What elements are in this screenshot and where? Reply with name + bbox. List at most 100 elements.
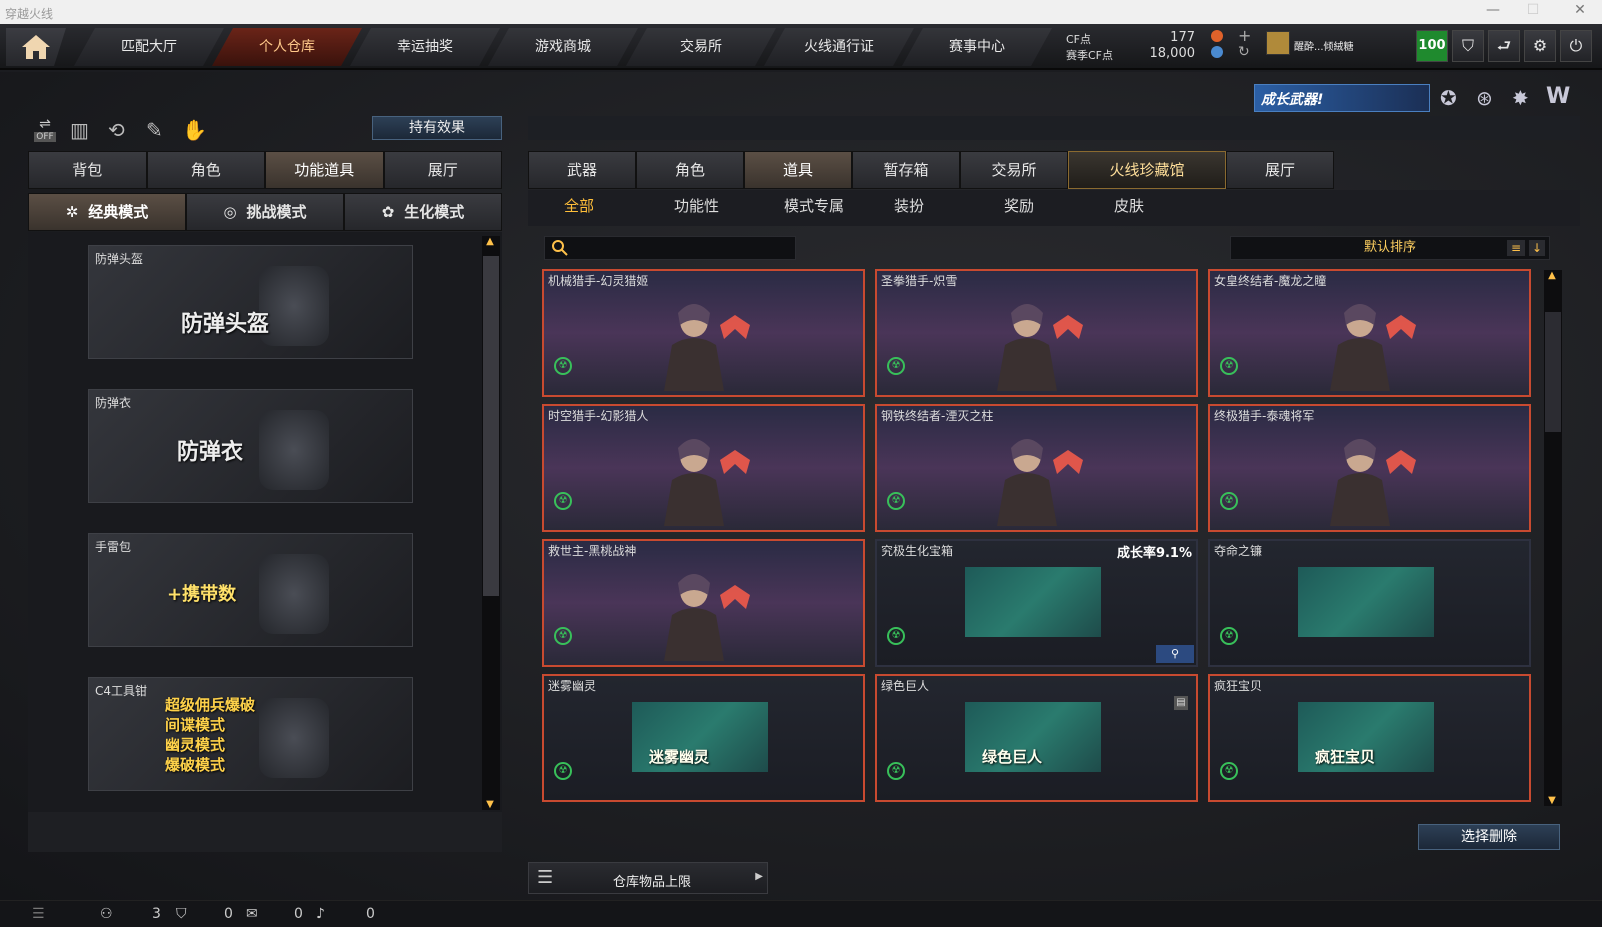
off-toggle[interactable]: ⇌ OFF (30, 116, 60, 144)
item-card[interactable]: 圣拳猎手-炽雪 ☢ (875, 269, 1198, 397)
mode-icon-0: ✲ (65, 203, 79, 221)
left-item-3[interactable]: C4工具钳 超级佣兵爆破 间谍模式 幽灵模式 爆破模式 (88, 677, 413, 791)
sub-tab-3[interactable]: 装扮 (894, 195, 924, 216)
item-card[interactable]: 究极生化宝箱 成长率9.1% ☢ ⚲ (875, 539, 1198, 667)
nav-tab-1[interactable]: 个人仓库 (212, 28, 362, 66)
item-card[interactable]: 迷雾幽灵 迷雾幽灵 ☢ (542, 674, 865, 802)
chat-icon[interactable]: ✉ (246, 906, 258, 922)
emblem-icon-1[interactable]: ✪ (1440, 86, 1457, 110)
item-card[interactable]: 钢铁终结者-湮灭之柱 ☢ (875, 404, 1198, 532)
brush-icon[interactable]: ✎ (146, 118, 163, 142)
biohazard-icon: ☢ (1220, 762, 1238, 780)
nav-tab-2[interactable]: 幸运抽奖 (350, 28, 500, 66)
left-tab-3[interactable]: 展厅 (383, 151, 502, 189)
right-tab-4[interactable]: 交易所 (960, 151, 1068, 189)
window-title: 穿越火线 (5, 7, 54, 21)
item-card[interactable]: 时空猎手-幻影猎人 ☢ (542, 404, 865, 532)
shield-icon[interactable]: ⛉ (1452, 30, 1484, 62)
sort-arrow-icon[interactable]: ↓ (1529, 240, 1545, 256)
left-item-2[interactable]: 手雷包 +携带数 (88, 533, 413, 647)
nav-tab-3[interactable]: 游戏商城 (488, 28, 638, 66)
emblem-icon-2[interactable]: ⊛ (1476, 86, 1493, 110)
grid-scroll-up-icon[interactable]: ▲ (1544, 270, 1560, 281)
item-card[interactable]: 疯狂宝贝 疯狂宝贝 ☢ (1208, 674, 1531, 802)
item-card[interactable]: 机械猎手-幻灵猎姬 ☢ (542, 269, 865, 397)
right-tab-5[interactable]: 火线珍藏馆 (1068, 151, 1226, 189)
item-card[interactable]: 救世主-黑桃战神 ☢ (542, 539, 865, 667)
sub-tab-4[interactable]: 奖励 (1004, 195, 1034, 216)
mode-tab-0[interactable]: ✲ 经典模式 (28, 193, 186, 231)
item-card[interactable]: 终极猎手-泰魂将军 ☢ (1208, 404, 1531, 532)
add-cf-button[interactable]: + (1238, 26, 1251, 45)
menu-icon[interactable]: ☰ (32, 906, 45, 922)
left-item-label: C4工具钳 (95, 684, 148, 698)
right-scroll-thumb[interactable] (1545, 312, 1561, 432)
scroll-down-icon[interactable]: ▼ (482, 799, 498, 810)
warehouse-limit-label: 仓库物品上限 (613, 875, 692, 890)
trash-icon[interactable]: ▤ (1174, 696, 1188, 710)
match-cf-value: 18,000 (1149, 46, 1196, 61)
growth-weapon-banner[interactable]: 成长武器! (1254, 84, 1430, 112)
grid-scroll-down-icon[interactable]: ▼ (1544, 795, 1560, 806)
warehouse-limit-bar[interactable]: ☰ 仓库物品上限 ▶ (528, 862, 768, 894)
friends-icon[interactable]: ⚇ (100, 906, 113, 922)
biohazard-icon: ☢ (887, 357, 905, 375)
clan-shield-icon[interactable]: ⛉ (176, 906, 187, 922)
mode-label-0: 经典模式 (88, 203, 149, 221)
mode-tab-2[interactable]: ✿ 生化模式 (344, 193, 502, 231)
item-icon[interactable]: ✋ (182, 118, 207, 142)
home-button[interactable] (6, 28, 66, 66)
emblem-icon-3[interactable]: ✸ (1512, 86, 1529, 110)
left-tab-2[interactable]: 功能道具 (265, 151, 384, 189)
right-scrollbar[interactable]: ▲ ▼ (1544, 270, 1562, 806)
right-tab-3[interactable]: 暂存箱 (852, 151, 960, 189)
gear-icon[interactable]: ⚙ (1524, 30, 1556, 62)
history-icon[interactable]: ⟲ (108, 118, 125, 142)
search-icon (552, 240, 568, 256)
close-button[interactable]: ✕ (1565, 2, 1595, 18)
emblem-icon-4[interactable]: W (1546, 84, 1570, 109)
minimize-button[interactable]: — (1478, 2, 1508, 18)
list-icon[interactable]: ≡ (1507, 240, 1525, 256)
right-tab-6[interactable]: 展厅 (1226, 151, 1334, 189)
stats-icon[interactable]: ▥ (70, 118, 89, 142)
left-scrollbar[interactable]: ▲ ▼ (482, 236, 500, 810)
mode-tab-1[interactable]: ◎ 挑战模式 (186, 193, 344, 231)
item-card[interactable]: 女皇终结者-魔龙之瞳 ☢ (1208, 269, 1531, 397)
refresh-icon[interactable]: ↻ (1238, 44, 1250, 60)
right-tab-0[interactable]: 武器 (528, 151, 636, 189)
item-card[interactable]: 夺命之镰 ☢ (1208, 539, 1531, 667)
item-card[interactable]: 绿色巨人 绿色巨人 ☢ ▤ (875, 674, 1198, 802)
growth-rate: 成长率9.1% (1116, 546, 1192, 561)
left-item-0[interactable]: 防弹头盔 防弹头盔 (88, 245, 413, 359)
left-scroll-thumb[interactable] (483, 256, 499, 596)
left-tab-1[interactable]: 角色 (146, 151, 265, 189)
expand-arrow-icon[interactable]: ▶ (755, 871, 763, 882)
maximize-button[interactable]: ☐ (1518, 2, 1548, 18)
search-input[interactable] (575, 239, 785, 257)
nav-tab-5[interactable]: 火线通行证 (764, 28, 914, 66)
return-icon[interactable]: ⮐ (1488, 30, 1520, 62)
scroll-up-icon[interactable]: ▲ (482, 236, 498, 247)
search-box[interactable] (544, 236, 796, 260)
sub-tab-1[interactable]: 功能性 (674, 195, 719, 216)
sort-dropdown[interactable]: 默认排序 ≡ ↓ (1230, 236, 1550, 260)
sub-tab-2[interactable]: 模式专属 (784, 195, 844, 216)
sub-tab-5[interactable]: 皮肤 (1114, 195, 1144, 216)
right-tab-2[interactable]: 道具 (744, 151, 852, 189)
select-delete-button[interactable]: 选择删除 (1418, 824, 1560, 850)
player-avatar[interactable] (1266, 31, 1290, 55)
biohazard-icon: ☢ (1220, 357, 1238, 375)
nav-tab-6[interactable]: 赛事中心 (902, 28, 1052, 66)
card-name: 夺命之镰 (1214, 544, 1263, 558)
sub-tab-0[interactable]: 全部 (564, 195, 594, 216)
right-tab-1[interactable]: 角色 (636, 151, 744, 189)
power-icon[interactable]: ⏻ (1560, 30, 1592, 62)
left-item-1[interactable]: 防弹衣 防弹衣 (88, 389, 413, 503)
zoom-icon[interactable]: ⚲ (1156, 645, 1194, 663)
nav-tab-4[interactable]: 交易所 (626, 28, 776, 66)
effects-button[interactable]: 持有效果 (372, 116, 502, 140)
volume-icon[interactable]: ♪ (316, 906, 325, 922)
left-tab-0[interactable]: 背包 (28, 151, 147, 189)
nav-tab-0[interactable]: 匹配大厅 (74, 28, 224, 66)
